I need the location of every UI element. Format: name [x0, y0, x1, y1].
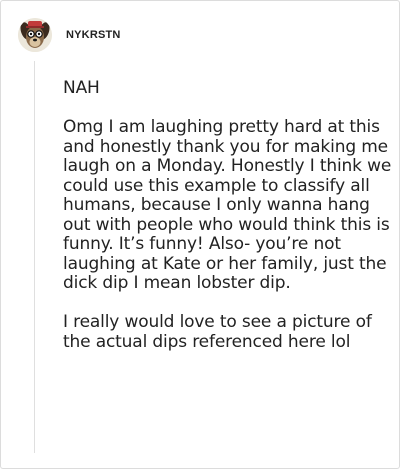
comment-heading: NAH — [63, 78, 100, 98]
comment-paragraph: Omg I am laughing pretty hard at this an… — [63, 117, 392, 293]
comment-header: NYKRSTN — [18, 15, 121, 55]
comment-body: NAH Omg I am laughing pretty hard at thi… — [63, 78, 393, 352]
comment-card: NYKRSTN NAH Omg I am laughing pretty har… — [0, 0, 400, 469]
thread-divider-line — [34, 61, 35, 453]
dog-avatar-icon[interactable] — [18, 18, 52, 52]
comment-paragraph: I really would love to see a picture of … — [63, 312, 372, 352]
username[interactable]: NYKRSTN — [66, 29, 121, 41]
